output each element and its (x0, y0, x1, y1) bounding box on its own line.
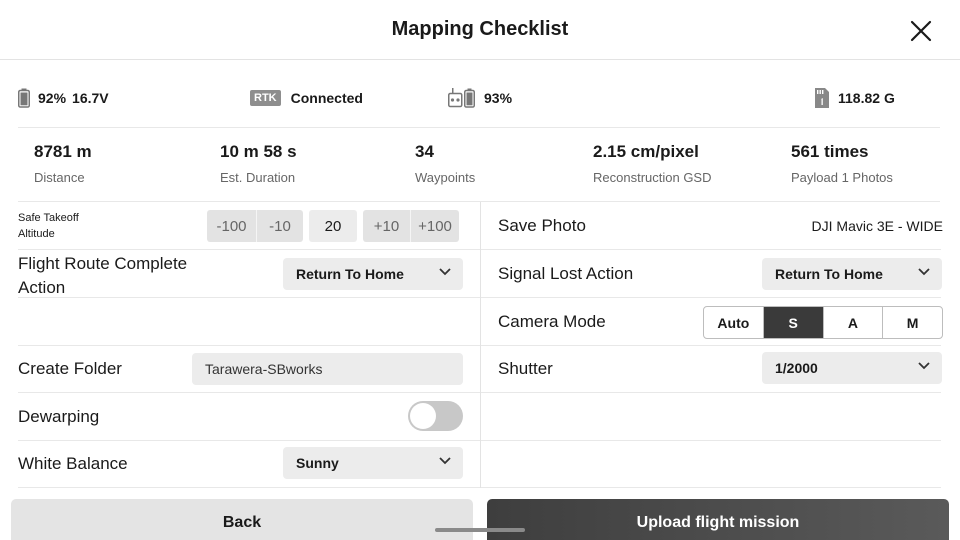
toggle-knob (410, 403, 436, 429)
altitude-stepper: -100 -10 20 +10 +100 (207, 210, 459, 242)
status-bar: 92% 16.7V RTK Connected 93% 118.82 G (18, 78, 940, 128)
aircraft-battery: 92% 16.7V (18, 86, 109, 110)
chevron-down-icon (439, 268, 451, 276)
empty-row (481, 393, 941, 441)
stat-label: Distance (34, 170, 85, 185)
shutter-dropdown[interactable]: 1/2000 (762, 352, 942, 384)
label-line: Flight Route Complete (18, 254, 188, 273)
camera-mode-selector: Auto S A M (703, 306, 943, 339)
stat-value: 10 m 58 s (220, 142, 297, 161)
stat-value: 8781 m (34, 142, 92, 161)
close-icon[interactable] (908, 18, 934, 44)
setting-signal-lost-action: Signal Lost Action Return To Home (481, 250, 942, 298)
rc-battery: 93% (448, 86, 512, 110)
stat-distance: 8781 m Distance (34, 142, 92, 185)
setting-label: Camera Mode (498, 312, 606, 331)
setting-label: White Balance (18, 454, 128, 473)
stat-label: Payload 1 Photos (791, 170, 893, 185)
stat-duration: 10 m 58 s Est. Duration (220, 142, 297, 185)
storage-remaining: 118.82 G (838, 90, 895, 106)
dropdown-value: 1/2000 (775, 360, 818, 376)
dropdown-value: Return To Home (775, 266, 883, 282)
page-title: Mapping Checklist (391, 18, 569, 40)
setting-label: Shutter (498, 359, 553, 378)
chevron-down-icon (439, 457, 451, 465)
setting-label: Create Folder (18, 359, 122, 378)
stat-label: Est. Duration (220, 170, 296, 185)
back-button[interactable]: Back (11, 499, 473, 540)
dropdown-value: Return To Home (296, 266, 404, 282)
setting-safe-takeoff-altitude: Safe Takeoff Altitude -100 -10 20 +10 +1… (18, 202, 480, 250)
setting-label: Safe Takeoff Altitude (18, 210, 98, 242)
decrease-100-button[interactable]: -100 (207, 210, 256, 242)
rc-battery-percent: 93% (484, 90, 513, 106)
rtk-status-text: Connected (290, 90, 363, 106)
aircraft-battery-percent: 92% (38, 90, 67, 106)
label-line: Action (18, 278, 66, 297)
home-indicator[interactable] (435, 528, 525, 532)
setting-label: Signal Lost Action (498, 264, 634, 283)
chevron-down-icon (918, 268, 930, 276)
header-bar: Mapping Checklist (0, 0, 960, 60)
altitude-value-field[interactable]: 20 (309, 210, 357, 242)
setting-create-folder: Create Folder Tarawera-SBworks (18, 345, 480, 393)
battery-icon (18, 88, 30, 108)
stat-waypoints: 34 Waypoints (415, 142, 475, 185)
stat-value: 2.15 cm/pixel (593, 142, 699, 161)
increase-10-button[interactable]: +10 (363, 210, 410, 242)
camera-mode-s[interactable]: S (763, 307, 824, 338)
storage-status: 118.82 G (814, 86, 895, 110)
stat-value: 561 times (791, 142, 869, 161)
setting-route-complete-action: Flight Route Complete Action Return To H… (18, 250, 480, 298)
mission-stats: 8781 m Distance 10 m 58 s Est. Duration … (18, 128, 940, 202)
empty-row (18, 298, 480, 346)
stat-label: Reconstruction GSD (593, 170, 712, 185)
rtk-badge: RTK (250, 90, 281, 106)
setting-dewarping: Dewarping (18, 393, 480, 441)
setting-save-photo: Save Photo DJI Mavic 3E - WIDE (481, 202, 943, 250)
label-line: Safe Takeoff (18, 212, 79, 224)
aircraft-battery-voltage: 16.7V (72, 90, 109, 106)
stat-label: Waypoints (415, 170, 476, 185)
stat-photos: 561 times Payload 1 Photos (791, 142, 893, 185)
remote-controller-icon (448, 88, 475, 108)
dewarping-toggle[interactable] (408, 401, 463, 431)
rtk-status: RTK Connected (250, 86, 363, 110)
setting-label: Save Photo (498, 216, 586, 235)
label-line: Altitude (18, 228, 55, 240)
signal-lost-dropdown[interactable]: Return To Home (762, 258, 942, 290)
upload-flight-mission-button[interactable]: Upload flight mission (487, 499, 949, 540)
setting-shutter: Shutter 1/2000 (481, 345, 942, 393)
setting-white-balance: White Balance Sunny (18, 440, 480, 488)
chevron-down-icon (918, 362, 930, 370)
decrease-10-button[interactable]: -10 (256, 210, 303, 242)
setting-camera-mode: Camera Mode Auto S A M (481, 298, 943, 346)
increase-100-button[interactable]: +100 (410, 210, 459, 242)
empty-row (481, 440, 941, 488)
setting-label: Dewarping (18, 407, 100, 426)
camera-mode-auto[interactable]: Auto (704, 307, 764, 338)
dropdown-value: Sunny (296, 455, 339, 471)
setting-label: Flight Route Complete Action (18, 252, 218, 300)
folder-name-input[interactable]: Tarawera-SBworks (192, 353, 463, 385)
stat-value: 34 (415, 142, 434, 161)
stat-gsd: 2.15 cm/pixel Reconstruction GSD (593, 142, 712, 185)
white-balance-dropdown[interactable]: Sunny (283, 447, 463, 479)
camera-mode-m[interactable]: M (883, 307, 942, 338)
route-complete-dropdown[interactable]: Return To Home (283, 258, 463, 290)
sd-card-icon (815, 88, 829, 108)
save-photo-value: DJI Mavic 3E - WIDE (811, 218, 943, 234)
camera-mode-a[interactable]: A (824, 307, 884, 338)
